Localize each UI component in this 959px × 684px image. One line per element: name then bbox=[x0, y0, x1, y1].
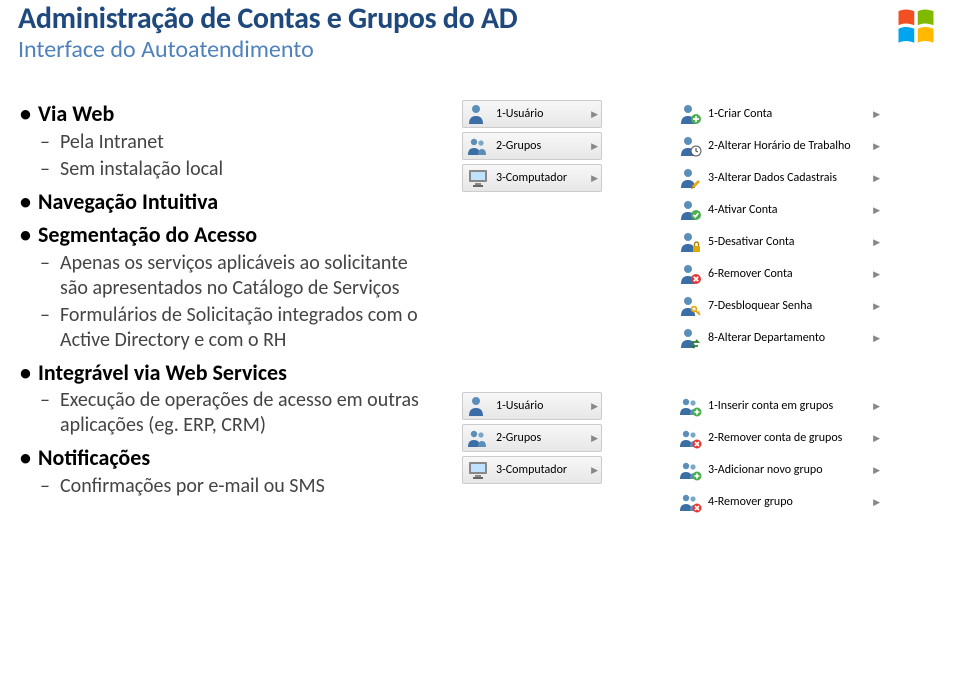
bullet-label: Notificações bbox=[38, 444, 150, 471]
computer-icon bbox=[466, 166, 490, 190]
user-icon bbox=[466, 102, 490, 126]
menu-item[interactable]: 3-Adicionar novo grupo ▶ bbox=[674, 456, 884, 484]
menu-item[interactable]: 2-Alterar Horário de Trabalho ▶ bbox=[674, 132, 884, 160]
sub-item: Formulários de Solicitação integrados co… bbox=[60, 303, 438, 353]
users-icon bbox=[466, 134, 490, 158]
menu-item-label: 1-Usuário bbox=[496, 399, 543, 413]
page-subtitle: Interface do Autoatendimento bbox=[18, 35, 941, 64]
chevron-right-icon: ▶ bbox=[591, 173, 598, 184]
user-check-icon bbox=[678, 198, 702, 222]
users-x-icon bbox=[678, 426, 702, 450]
chevron-right-icon: ▶ bbox=[873, 109, 880, 120]
menu-item-label: 3-Alterar Dados Cadastrais bbox=[708, 171, 837, 185]
user-icon bbox=[466, 394, 490, 418]
menu-item[interactable]: 1-Inserir conta em grupos ▶ bbox=[674, 392, 884, 420]
pencil-icon bbox=[678, 166, 702, 190]
page-title: Administração de Contas e Grupos do AD bbox=[18, 0, 941, 37]
chevron-right-icon: ▶ bbox=[873, 497, 880, 508]
menu-item-label: 6-Remover Conta bbox=[708, 267, 793, 281]
user-x-red-icon bbox=[678, 262, 702, 286]
menu-item-label: 4-Ativar Conta bbox=[708, 203, 778, 217]
clock-icon bbox=[678, 134, 702, 158]
users-x-red-icon bbox=[678, 490, 702, 514]
menu-item[interactable]: 6-Remover Conta ▶ bbox=[674, 260, 884, 288]
menu-item-label: 7-Desbloquear Senha bbox=[708, 299, 812, 313]
chevron-right-icon: ▶ bbox=[873, 173, 880, 184]
menu-item-label: 1-Criar Conta bbox=[708, 107, 772, 121]
sub-item: Sem instalação local bbox=[60, 157, 438, 182]
chevron-right-icon: ▶ bbox=[591, 141, 598, 152]
chevron-right-icon: ▶ bbox=[873, 401, 880, 412]
chevron-right-icon: ▶ bbox=[873, 141, 880, 152]
menu-item-label: 3-Computador bbox=[496, 171, 567, 185]
menu-item[interactable]: 1-Usuário ▶ bbox=[462, 392, 602, 420]
bullet-integravel: Integrável via Web Services Execução de … bbox=[38, 359, 438, 439]
bullet-label: Via Web bbox=[38, 100, 114, 127]
menu-item[interactable]: 3-Alterar Dados Cadastrais ▶ bbox=[674, 164, 884, 192]
menu-item[interactable]: 1-Criar Conta ▶ bbox=[674, 100, 884, 128]
menu-item-label: 2-Alterar Horário de Trabalho bbox=[708, 139, 851, 153]
chevron-right-icon: ▶ bbox=[591, 401, 598, 412]
key-icon bbox=[678, 294, 702, 318]
bullet-navegacao: Navegação Intuitiva bbox=[38, 188, 438, 216]
menu-item-label: 1-Inserir conta em grupos bbox=[708, 399, 833, 413]
chevron-right-icon: ▶ bbox=[873, 333, 880, 344]
chevron-right-icon: ▶ bbox=[873, 237, 880, 248]
bullet-via-web: Via Web Pela Intranet Sem instalação loc… bbox=[38, 100, 438, 182]
menu-item-label: 3-Adicionar novo grupo bbox=[708, 463, 823, 477]
chevron-right-icon: ▶ bbox=[873, 433, 880, 444]
sub-item: Confirmações por e-mail ou SMS bbox=[60, 474, 438, 499]
chevron-right-icon: ▶ bbox=[873, 269, 880, 280]
chevron-right-icon: ▶ bbox=[873, 301, 880, 312]
users-icon bbox=[466, 426, 490, 450]
users-plus-icon bbox=[678, 394, 702, 418]
bullet-label: Integrável via Web Services bbox=[38, 359, 287, 386]
chevron-right-icon: ▶ bbox=[591, 433, 598, 444]
menu-item[interactable]: 4-Remover grupo ▶ bbox=[674, 488, 884, 516]
menu-item[interactable]: 1-Usuário ▶ bbox=[462, 100, 602, 128]
menu-item[interactable]: 3-Computador ▶ bbox=[462, 456, 602, 484]
chevron-right-icon: ▶ bbox=[591, 465, 598, 476]
menu-item[interactable]: 3-Computador ▶ bbox=[462, 164, 602, 192]
bullet-notificacoes: Notificações Confirmações por e-mail ou … bbox=[38, 444, 438, 499]
menu-item-label: 1-Usuário bbox=[496, 107, 543, 121]
menu-item-label: 8-Alterar Departamento bbox=[708, 331, 825, 345]
menu-item-label: 3-Computador bbox=[496, 463, 567, 477]
menu-item-label: 2-Grupos bbox=[496, 431, 541, 445]
sub-item: Apenas os serviços aplicáveis ao solicit… bbox=[60, 251, 438, 301]
user-lock-icon bbox=[678, 230, 702, 254]
windows-logo-icon bbox=[895, 6, 937, 48]
menu-item[interactable]: 2-Remover conta de grupos ▶ bbox=[674, 424, 884, 452]
menu-item-label: 5-Desativar Conta bbox=[708, 235, 795, 249]
sub-item: Execução de operações de acesso em outra… bbox=[60, 388, 438, 438]
bullet-segmentacao: Segmentação do Acesso Apenas os serviços… bbox=[38, 221, 438, 353]
user-plus-icon bbox=[678, 102, 702, 126]
users-add-icon bbox=[678, 458, 702, 482]
chevron-right-icon: ▶ bbox=[873, 465, 880, 476]
menu-item-label: 4-Remover grupo bbox=[708, 495, 793, 509]
chevron-right-icon: ▶ bbox=[591, 109, 598, 120]
menu-item-label: 2-Remover conta de grupos bbox=[708, 431, 842, 445]
swap-icon bbox=[678, 326, 702, 350]
menu-item-label: 2-Grupos bbox=[496, 139, 541, 153]
menu-item[interactable]: 5-Desativar Conta ▶ bbox=[674, 228, 884, 256]
figure-accounts: 1-Usuário ▶ 2-Grupos ▶ 3-Computador ▶ 1-Criar… bbox=[462, 100, 942, 516]
menu-item[interactable]: 8-Alterar Departamento ▶ bbox=[674, 324, 884, 352]
menu-item[interactable]: 2-Grupos ▶ bbox=[462, 424, 602, 452]
menu-item[interactable]: 7-Desbloquear Senha ▶ bbox=[674, 292, 884, 320]
bullet-label: Segmentação do Acesso bbox=[38, 221, 257, 248]
sub-item: Pela Intranet bbox=[60, 130, 438, 155]
menu-item[interactable]: 4-Ativar Conta ▶ bbox=[674, 196, 884, 224]
menu-item[interactable]: 2-Grupos ▶ bbox=[462, 132, 602, 160]
computer-icon bbox=[466, 458, 490, 482]
chevron-right-icon: ▶ bbox=[873, 205, 880, 216]
